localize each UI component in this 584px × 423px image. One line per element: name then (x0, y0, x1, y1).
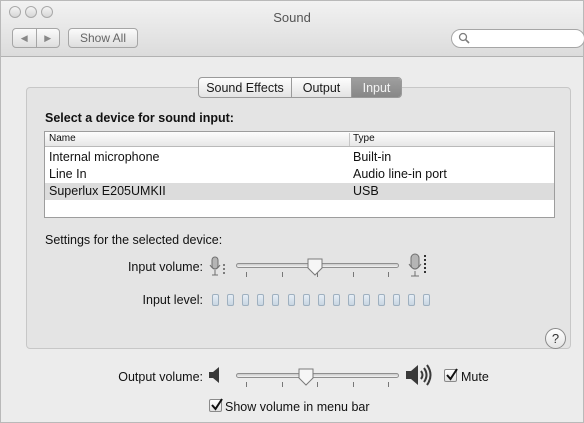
tab-output[interactable]: Output (291, 78, 351, 97)
slider-thumb[interactable] (298, 368, 314, 386)
input-level-segment (423, 294, 431, 306)
checkmark-icon (446, 368, 458, 381)
slider-thumb[interactable] (307, 258, 323, 276)
input-level-segment (363, 294, 370, 306)
device-settings-heading: Settings for the selected device: (45, 233, 223, 247)
forward-button[interactable]: ▶ (35, 29, 60, 47)
column-header-name[interactable]: Name (49, 133, 76, 144)
back-button[interactable]: ◀ (13, 29, 36, 47)
input-level-segment (332, 294, 340, 306)
input-level-segment (378, 294, 386, 306)
slider-tick (317, 382, 318, 387)
search-input[interactable] (474, 31, 578, 46)
toolbar: Sound ◀ ▶ Show All (1, 1, 584, 57)
mute-checkbox[interactable] (444, 368, 458, 382)
input-level-segment (347, 294, 355, 306)
output-volume-label: Output volume: (118, 370, 203, 384)
mute-label[interactable]: Mute (461, 370, 489, 384)
slider-tick (246, 382, 247, 387)
slider-tick (282, 272, 283, 277)
chevron-left-icon: ◀ (20, 32, 28, 43)
help-button[interactable]: ? (545, 328, 566, 349)
slider-tick (246, 272, 247, 277)
device-type: Audio line-in port (353, 167, 447, 181)
slider-tick (353, 382, 354, 387)
show-volume-in-menu-bar-checkbox[interactable] (209, 398, 223, 412)
slider-tick (388, 382, 389, 387)
input-volume-slider[interactable] (236, 257, 399, 279)
input-device-table: Name Type Internal microphone Built-in L… (44, 131, 555, 218)
search-field[interactable] (451, 29, 584, 48)
settings-panel (26, 87, 571, 349)
microphone-high-icon (408, 253, 426, 277)
input-level-segment (242, 294, 250, 306)
chevron-right-icon: ▶ (44, 32, 52, 43)
input-level-segment (212, 294, 219, 306)
input-level-segment (393, 294, 401, 306)
slider-tick (353, 272, 354, 277)
device-name: Internal microphone (49, 150, 160, 164)
microphone-low-icon (209, 256, 225, 276)
input-level-segment (287, 294, 295, 306)
device-type: Built-in (353, 150, 392, 164)
device-list-heading: Select a device for sound input: (45, 111, 234, 125)
window-title: Sound (273, 10, 311, 25)
tab-sound-effects[interactable]: Sound Effects (199, 78, 291, 97)
slider-track (236, 373, 399, 378)
tab-input[interactable]: Input (351, 78, 401, 97)
device-name: Line In (49, 167, 87, 181)
checkmark-icon (211, 398, 223, 411)
device-name: Superlux E205UMKII (49, 184, 166, 198)
input-volume-label: Input volume: (127, 260, 203, 274)
input-level-segment (227, 294, 235, 306)
input-level-segment (317, 294, 325, 306)
slider-tick (388, 272, 389, 277)
input-level-segment (302, 294, 310, 306)
output-volume-slider[interactable] (236, 367, 399, 389)
speaker-high-icon (406, 364, 432, 386)
table-header: Name Type (45, 132, 554, 147)
table-row[interactable]: Superlux E205UMKII USB (45, 183, 554, 200)
device-type: USB (353, 184, 379, 198)
input-level-segment (408, 294, 416, 306)
slider-tick (282, 382, 283, 387)
show-volume-label[interactable]: Show volume in menu bar (225, 400, 370, 414)
sound-preferences-window: Sound ◀ ▶ Show All Sound Effects Output … (0, 0, 584, 423)
input-level-segment (272, 294, 280, 306)
speaker-low-icon (209, 367, 219, 383)
input-level-segment (257, 294, 265, 306)
input-level-label: Input level: (142, 293, 203, 307)
show-all-button[interactable]: Show All (68, 28, 138, 48)
tab-bar: Sound Effects Output Input (198, 77, 402, 98)
search-icon (458, 32, 470, 44)
back-forward-control: ◀ ▶ (12, 28, 60, 48)
column-header-type[interactable]: Type (349, 133, 375, 146)
table-row[interactable]: Line In Audio line-in port (45, 166, 554, 183)
table-row[interactable]: Internal microphone Built-in (45, 149, 554, 166)
